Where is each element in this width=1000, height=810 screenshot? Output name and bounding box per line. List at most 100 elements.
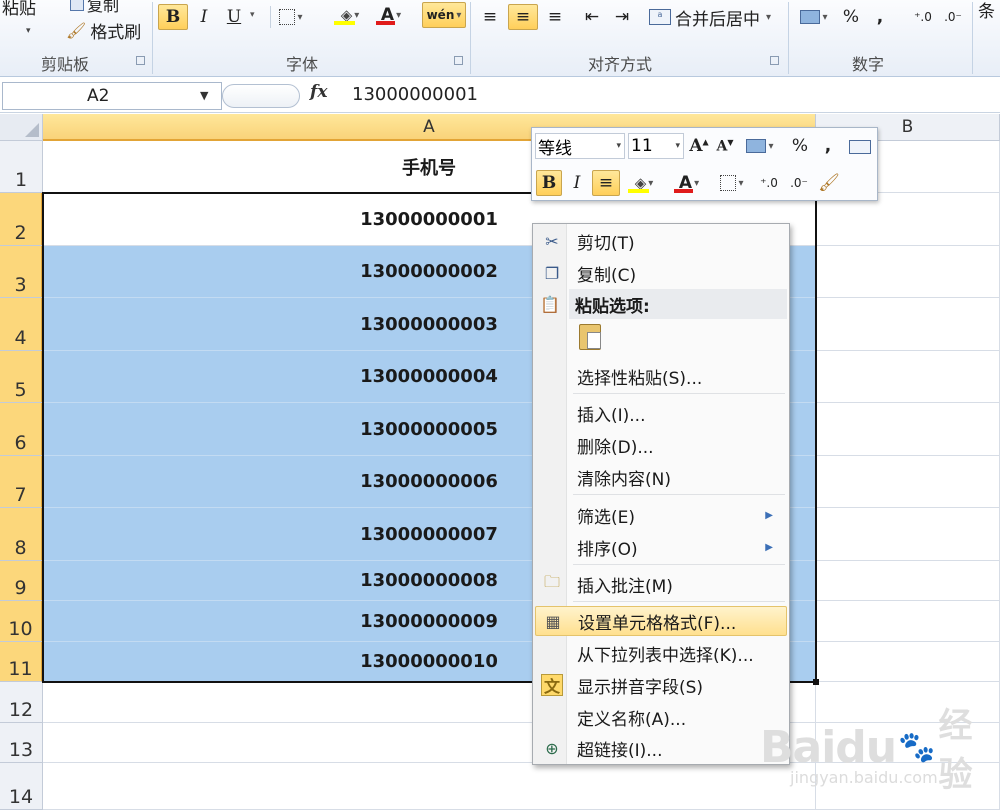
underline-dropdown-icon[interactable]: ▾ <box>250 10 255 20</box>
merge-center-button[interactable]: a 合并后居中 ▾ <box>648 4 784 30</box>
grow-font-button[interactable]: A▲ <box>688 133 710 159</box>
scissors-icon: ✂ <box>545 231 559 251</box>
cell-b[interactable] <box>816 642 1000 682</box>
menu-item[interactable]: ▦ 设置单元格格式(F)... <box>535 606 787 636</box>
accounting-format-button[interactable]: ▾ <box>740 133 780 159</box>
menu-item[interactable]: 从下拉列表中选择(K)... <box>535 638 787 668</box>
decrease-decimal-button[interactable]: .0⁻ <box>786 170 812 196</box>
align-left-button[interactable]: ≡ <box>476 4 504 30</box>
comma-button[interactable]: , <box>868 4 892 30</box>
percent-button[interactable]: % <box>788 133 812 159</box>
font-color-button[interactable]: A ▾ <box>372 2 410 28</box>
cell-b[interactable] <box>816 561 1000 601</box>
divider <box>270 6 271 28</box>
row-header[interactable]: 14 <box>0 763 43 810</box>
align-center-button[interactable]: ≡ <box>592 170 620 196</box>
decrease-decimal-button[interactable]: .0⁻ <box>940 4 966 30</box>
comma-button[interactable]: , <box>818 133 838 159</box>
row-header[interactable]: 8 <box>0 508 43 561</box>
font-launcher-icon[interactable] <box>454 56 463 65</box>
row-header[interactable]: 10 <box>0 601 43 642</box>
format-painter-button[interactable]: 🖌 <box>816 170 842 196</box>
menu-item[interactable]: ❐ 复制(C) <box>535 258 787 288</box>
phonetic-button[interactable]: wén ▾ <box>422 2 466 28</box>
cell-b[interactable] <box>816 456 1000 508</box>
row-header[interactable]: 13 <box>0 723 43 763</box>
menu-item[interactable]: 选择性粘贴(S)... <box>535 361 787 391</box>
conditional-format-label[interactable]: 条 <box>978 0 995 22</box>
menu-item[interactable]: 删除(D)... <box>535 430 787 460</box>
row-header[interactable]: 2 <box>0 193 43 246</box>
fill-color-button[interactable]: ◈ ▾ <box>624 170 664 196</box>
cell-b[interactable] <box>816 351 1000 403</box>
decrease-decimal-icon: .0⁻ <box>944 10 962 24</box>
row-header[interactable]: 12 <box>0 682 43 723</box>
increase-indent-button[interactable]: ⇥ <box>608 4 636 30</box>
border-button[interactable]: ▾ <box>276 4 306 30</box>
increase-decimal-button[interactable]: ⁺.0 <box>756 170 782 196</box>
increase-decimal-button[interactable]: ⁺.0 <box>910 4 936 30</box>
ribbon: 粘贴 ▾ 复制 🖌 格式刷 剪贴板 B I U ▾ ▾ ◈ ▾ A ▾ wén ▾ 字… <box>0 0 1000 77</box>
formula-bar-splitter[interactable] <box>222 84 300 108</box>
row-header[interactable]: 1 <box>0 141 43 193</box>
row-header[interactable]: 5 <box>0 351 43 403</box>
select-all-corner[interactable] <box>0 114 43 141</box>
row-header[interactable]: 4 <box>0 298 43 351</box>
menu-item[interactable]: ✂ 剪切(T) <box>535 226 787 256</box>
decrease-indent-button[interactable]: ⇤ <box>578 4 606 30</box>
name-box-dropdown-icon[interactable]: ▼ <box>200 89 208 102</box>
underline-button[interactable]: U <box>222 4 246 30</box>
cell-b[interactable] <box>816 601 1000 642</box>
percent-button[interactable]: % <box>838 4 864 30</box>
row-header[interactable]: 11 <box>0 642 43 682</box>
fill-color-button[interactable]: ◈ ▾ <box>330 2 370 28</box>
menu-item[interactable]: ⊕ 超链接(I)... <box>535 733 787 763</box>
menu-item[interactable]: 插入(I)... <box>535 398 787 428</box>
menu-item[interactable]: 定义名称(A)... <box>535 702 787 732</box>
menu-item[interactable]: 文显示拼音字段(S) <box>535 670 787 700</box>
menu-item[interactable]: 🗀 插入批注(M) <box>535 569 787 599</box>
border-button[interactable]: ▾ <box>716 170 748 196</box>
alignment-launcher-icon[interactable] <box>770 56 779 65</box>
row-header[interactable]: 7 <box>0 456 43 508</box>
bold-button[interactable]: B <box>158 4 188 30</box>
row-header[interactable]: 9 <box>0 561 43 601</box>
shrink-font-button[interactable]: A▼ <box>714 133 736 159</box>
row-header[interactable]: 6 <box>0 403 43 456</box>
font-color-button[interactable]: A ▾ <box>670 170 708 196</box>
format-painter-button[interactable]: 🖌 格式刷 <box>66 18 141 43</box>
font-name-select[interactable]: 等线 ▾ <box>535 133 625 159</box>
align-left-icon: ≡ <box>482 7 498 27</box>
italic-button[interactable]: I <box>192 4 216 30</box>
formula-input[interactable]: 13000000001 <box>352 84 478 105</box>
italic-button[interactable]: I <box>566 170 588 196</box>
cell-b[interactable] <box>816 246 1000 298</box>
copy-button[interactable]: 复制 <box>70 0 119 16</box>
increase-decimal-icon: ⁺.0 <box>914 10 932 24</box>
paste-option-button[interactable] <box>575 322 609 352</box>
cell-a[interactable] <box>43 763 816 810</box>
clipboard-launcher-icon[interactable] <box>136 56 145 65</box>
merge-cells-icon: a <box>649 9 671 25</box>
menu-item[interactable]: 清除内容(N) <box>535 462 787 492</box>
bold-button[interactable]: B <box>536 170 562 196</box>
cell-b[interactable] <box>816 403 1000 456</box>
cell-b[interactable] <box>816 298 1000 351</box>
align-right-button[interactable]: ≡ <box>541 4 569 30</box>
menu-item[interactable]: 排序(O) ▶ <box>535 532 787 562</box>
insert-function-icon[interactable]: fx <box>310 82 327 102</box>
font-size-select[interactable]: 11 ▾ <box>628 133 684 159</box>
pinyin-icon: 文 <box>541 674 563 696</box>
row-header[interactable]: 3 <box>0 246 43 298</box>
accounting-format-button[interactable]: ▾ <box>794 4 834 30</box>
align-center-button[interactable]: ≡ <box>508 4 538 30</box>
cell-b[interactable] <box>816 508 1000 561</box>
merge-center-button[interactable] <box>846 134 874 160</box>
paste-dropdown-icon[interactable]: ▾ <box>26 26 31 36</box>
paste-button[interactable]: 粘贴 <box>2 0 56 19</box>
fill-color-bar <box>334 21 355 25</box>
fill-handle[interactable] <box>813 679 819 685</box>
shrink-font-icon: A▼ <box>716 137 734 155</box>
menu-item[interactable]: 筛选(E) ▶ <box>535 500 787 530</box>
name-box[interactable]: A2 <box>2 82 222 110</box>
